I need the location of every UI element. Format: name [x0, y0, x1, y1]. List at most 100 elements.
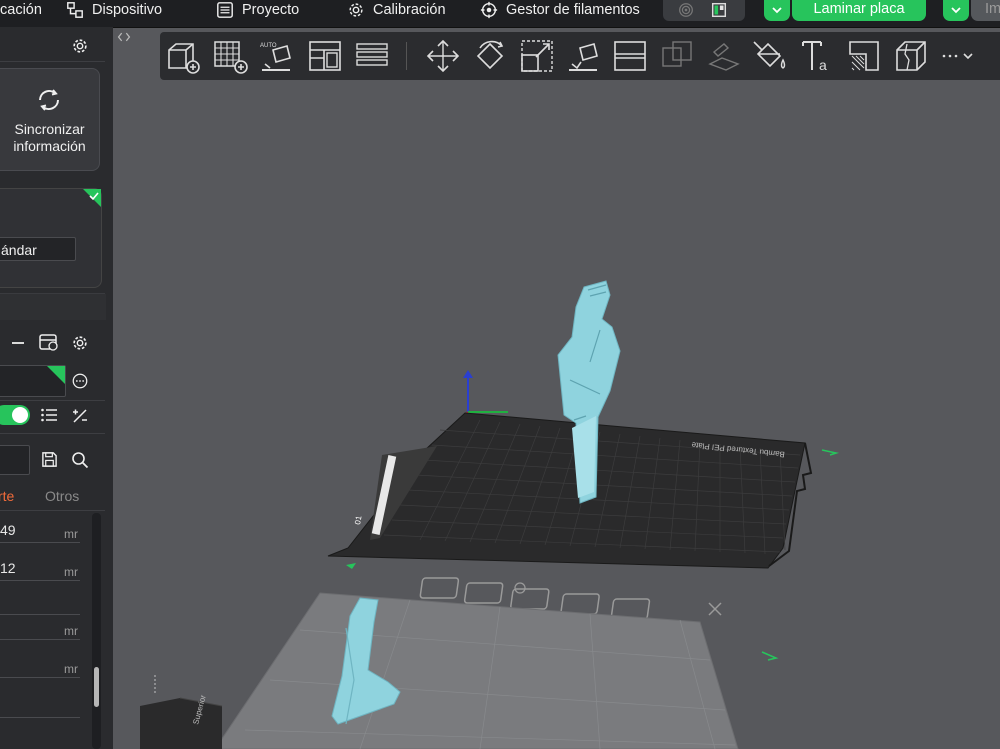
more-options-icon[interactable] — [71, 372, 89, 390]
layers-icon — [356, 43, 388, 66]
list-view-icon[interactable] — [40, 407, 58, 423]
view-mode-switch[interactable] — [663, 0, 745, 21]
more-icon — [942, 53, 973, 60]
svg-text:AUTO: AUTO — [260, 43, 277, 49]
auto-orient-icon: AUTO — [260, 43, 291, 71]
move-tool[interactable] — [425, 38, 461, 74]
param-row[interactable]: mr — [0, 657, 80, 678]
sync-info-button[interactable]: Sincronizar información — [0, 68, 100, 171]
rotate-icon — [476, 40, 504, 70]
plate-number: 01 — [353, 514, 364, 525]
compare-icon[interactable] — [71, 407, 89, 425]
search-icon[interactable] — [71, 451, 89, 469]
3d-viewport[interactable]: Bambu Textured PEI Plate 01 Superior — [113, 80, 1000, 749]
seam-tool[interactable] — [846, 38, 882, 74]
seam-icon — [849, 41, 879, 71]
close-icon — [708, 602, 722, 616]
color-paint-tool[interactable] — [752, 38, 788, 74]
param-row[interactable] — [0, 594, 80, 615]
param-unit: mr — [64, 662, 78, 676]
sidebar-scrollbar[interactable] — [92, 513, 101, 749]
menu-label: Calibración — [373, 2, 446, 18]
scroll-thumb[interactable] — [94, 667, 99, 707]
selected-marker — [47, 366, 65, 384]
plate-type-select[interactable]: ándar — [0, 237, 76, 261]
auto-orient-tool[interactable]: AUTO — [259, 38, 295, 74]
tab-otros[interactable]: Otros — [45, 488, 79, 504]
print-options-button[interactable] — [943, 0, 969, 21]
process-search-input[interactable] — [0, 445, 30, 475]
plate-settings-button[interactable] — [560, 593, 600, 615]
text-tool[interactable]: a — [799, 38, 835, 74]
printer-preset-card: ándar — [0, 188, 102, 288]
rotate-tool[interactable] — [472, 38, 508, 74]
sync-filament-icon[interactable] — [38, 333, 60, 353]
spiral-icon[interactable] — [677, 1, 695, 19]
orient-plate-button[interactable] — [419, 577, 460, 599]
param-value: 12 — [0, 560, 16, 576]
more-tools-button[interactable] — [939, 38, 979, 74]
param-unit: mr — [64, 565, 78, 579]
menu-preparacion[interactable]: cación — [0, 0, 42, 20]
device-icon — [67, 2, 83, 18]
split-tool[interactable] — [612, 38, 648, 74]
split-icon — [614, 41, 646, 71]
collapse-sidebar-button[interactable] — [114, 30, 134, 48]
svg-text:a: a — [819, 57, 827, 73]
menu-label: cación — [0, 2, 42, 18]
chevron-down-icon — [772, 7, 782, 14]
crosshair-icon — [480, 1, 498, 19]
toolbar-divider — [406, 42, 407, 70]
print-plate-button[interactable]: Im — [971, 0, 1000, 21]
sync-label: Sincronizar información — [13, 121, 86, 154]
filament-select[interactable] — [0, 365, 66, 397]
slice-options-button[interactable] — [764, 0, 790, 21]
param-value: 49 — [0, 522, 16, 538]
save-icon[interactable] — [41, 451, 58, 468]
grid-add-icon — [214, 41, 248, 74]
divider — [0, 510, 105, 511]
device-view-icon[interactable] — [710, 1, 728, 19]
param-row[interactable]: 49 mr — [0, 522, 80, 543]
menu-calibracion[interactable]: Calibración — [347, 0, 446, 20]
move-icon — [426, 39, 460, 73]
settings-icon[interactable] — [71, 37, 89, 55]
support-paint-tool[interactable] — [706, 38, 742, 74]
menu-dispositivo[interactable]: Dispositivo — [66, 0, 162, 20]
divider — [0, 433, 105, 434]
text-icon: a — [802, 41, 827, 73]
slice-plate-button[interactable]: Laminar placa — [792, 0, 926, 21]
param-row[interactable]: mr — [0, 619, 80, 640]
lay-on-face-icon — [569, 43, 598, 71]
add-cube-tool[interactable] — [164, 38, 200, 74]
list-icon — [217, 2, 233, 18]
arrange-tool[interactable] — [307, 38, 343, 74]
menu-label: Proyecto — [242, 2, 300, 18]
paint-bucket-icon — [753, 41, 786, 69]
menu-label: Dispositivo — [92, 2, 163, 18]
view-cube[interactable]: Superior — [140, 694, 223, 749]
menu-gestor-filamentos[interactable]: Gestor de filamentos — [480, 0, 640, 20]
layers-tool[interactable] — [354, 38, 390, 74]
cut-tool[interactable] — [893, 38, 929, 74]
z-axis-arrow — [463, 370, 473, 378]
menu-proyecto[interactable]: Proyecto — [216, 0, 299, 20]
layout-icon — [309, 41, 341, 71]
param-unit: mr — [64, 624, 78, 638]
lay-on-face-tool[interactable] — [566, 38, 602, 74]
filament-settings-icon[interactable] — [71, 334, 89, 352]
advanced-toggle[interactable] — [0, 405, 30, 425]
check-icon — [89, 192, 99, 201]
boolean-tool[interactable] — [659, 38, 695, 74]
menu-label: Gestor de filamentos — [506, 2, 640, 18]
scale-icon — [521, 40, 553, 72]
scale-tool[interactable] — [519, 38, 555, 74]
cut-icon — [896, 41, 926, 71]
add-plate-tool[interactable] — [212, 38, 248, 74]
param-row[interactable]: 12 mr — [0, 560, 80, 581]
divider — [0, 61, 105, 62]
lock-plate-button[interactable] — [463, 582, 504, 604]
param-row[interactable] — [0, 697, 80, 718]
tab-soporte[interactable]: rte — [0, 488, 14, 504]
minus-icon[interactable] — [10, 336, 26, 350]
